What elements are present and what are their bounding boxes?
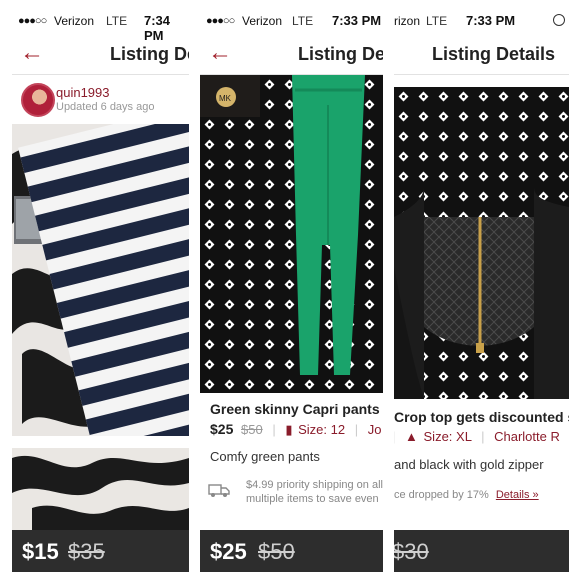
- nav-bar: ← Listing Details: [12, 34, 189, 75]
- price-bar: $25 $50: [200, 530, 383, 572]
- clock: 7:33 PM: [332, 13, 382, 28]
- pants-icon: ▮: [285, 422, 293, 437]
- status-bar: Verizon LTE 7:33 PM: [394, 8, 569, 34]
- battery-icon: [553, 14, 565, 26]
- item-size: Size: XL: [423, 429, 472, 444]
- item-title: Crop top gets discounted shi: [394, 409, 569, 425]
- carrier: Verizon: [394, 14, 421, 28]
- page-title: Listing Details: [110, 44, 189, 64]
- item-brand[interactable]: Jo: [368, 422, 382, 437]
- separator: |: [394, 429, 395, 444]
- carrier: Verizon: [242, 14, 283, 28]
- listing-photo-main[interactable]: [12, 124, 189, 436]
- page-title: Listing Details: [432, 44, 556, 64]
- item-price: $25: [210, 421, 234, 437]
- size-brand-row: | ▲ Size: XL | Charlotte R: [394, 429, 560, 444]
- item-description: Comfy green pants: [210, 449, 320, 464]
- listing-screen-3: Verizon LTE 7:33 PM Listing Details: [394, 8, 569, 572]
- listing-screen-1: ●●●○○ Verizon LTE 7:34 PM ← Listing Deta…: [12, 8, 189, 572]
- back-arrow-icon[interactable]: ←: [20, 41, 44, 65]
- striped-top-image: [12, 124, 189, 436]
- item-title: Green skinny Capri pants: [210, 401, 380, 417]
- separator: |: [354, 422, 359, 437]
- price-size-row: $25 $50 | ▮ Size: 12 | Jo: [210, 421, 381, 438]
- item-description: and black with gold zipper: [394, 457, 544, 472]
- network: LTE: [426, 14, 448, 28]
- price-bar: $15 $35: [12, 530, 189, 572]
- original-price: $30: [394, 539, 429, 564]
- listing-photo-main[interactable]: [394, 87, 569, 399]
- status-bar: ●●●○○ Verizon LTE 7:33 PM: [200, 8, 383, 34]
- price-drop-text: ce dropped by 17%: [394, 489, 489, 501]
- back-arrow-icon[interactable]: ←: [208, 41, 232, 65]
- clock: 7:33 PM: [466, 13, 516, 28]
- shirt-icon: ▲: [405, 429, 418, 444]
- separator: |: [481, 429, 485, 444]
- listing-photo-secondary[interactable]: [12, 448, 189, 532]
- shipping-text: $4.99 priority shipping on all multiple …: [246, 479, 383, 505]
- original-price: $35: [68, 539, 105, 564]
- current-price: $15: [22, 539, 59, 564]
- item-size: Size: 12: [298, 422, 346, 437]
- crop-top-image: [394, 87, 569, 399]
- truck-icon: [208, 482, 230, 497]
- seller-username[interactable]: quin1993: [56, 85, 110, 100]
- signal-icon: ●●●○○: [206, 15, 235, 27]
- details-link[interactable]: Details »: [496, 489, 539, 501]
- nav-bar: Listing Details: [394, 34, 569, 75]
- shipping-row: $4.99 priority shipping on all multiple …: [208, 478, 383, 518]
- svg-text:MK: MK: [219, 94, 232, 103]
- network: LTE: [106, 14, 128, 28]
- page-title: Listing Details: [298, 44, 383, 64]
- listing-screen-2: ●●●○○ Verizon LTE 7:33 PM ← Listing Deta…: [200, 8, 383, 572]
- nav-bar: ← Listing Details: [200, 34, 383, 75]
- listing-photo-main[interactable]: MK: [200, 75, 383, 393]
- price-drop-row: ce dropped by 17% Details »: [394, 489, 539, 501]
- item-original-price: $50: [240, 422, 263, 437]
- signal-icon: ●●●○○: [18, 15, 47, 27]
- separator: |: [272, 422, 276, 437]
- status-bar: ●●●○○ Verizon LTE 7:34 PM: [12, 8, 189, 43]
- pattern-fabric-image: [12, 448, 189, 532]
- price-bar: $30: [394, 530, 569, 572]
- carrier: Verizon: [54, 14, 95, 28]
- green-pants-image: MK: [200, 75, 383, 393]
- avatar[interactable]: [21, 83, 55, 117]
- current-price: $25: [210, 539, 247, 564]
- original-price: $50: [258, 539, 295, 564]
- network: LTE: [292, 14, 314, 28]
- seller-row[interactable]: quin1993 Updated 6 days ago: [12, 75, 189, 131]
- item-brand[interactable]: Charlotte R: [494, 429, 560, 444]
- updated-time: Updated 6 days ago: [56, 101, 155, 113]
